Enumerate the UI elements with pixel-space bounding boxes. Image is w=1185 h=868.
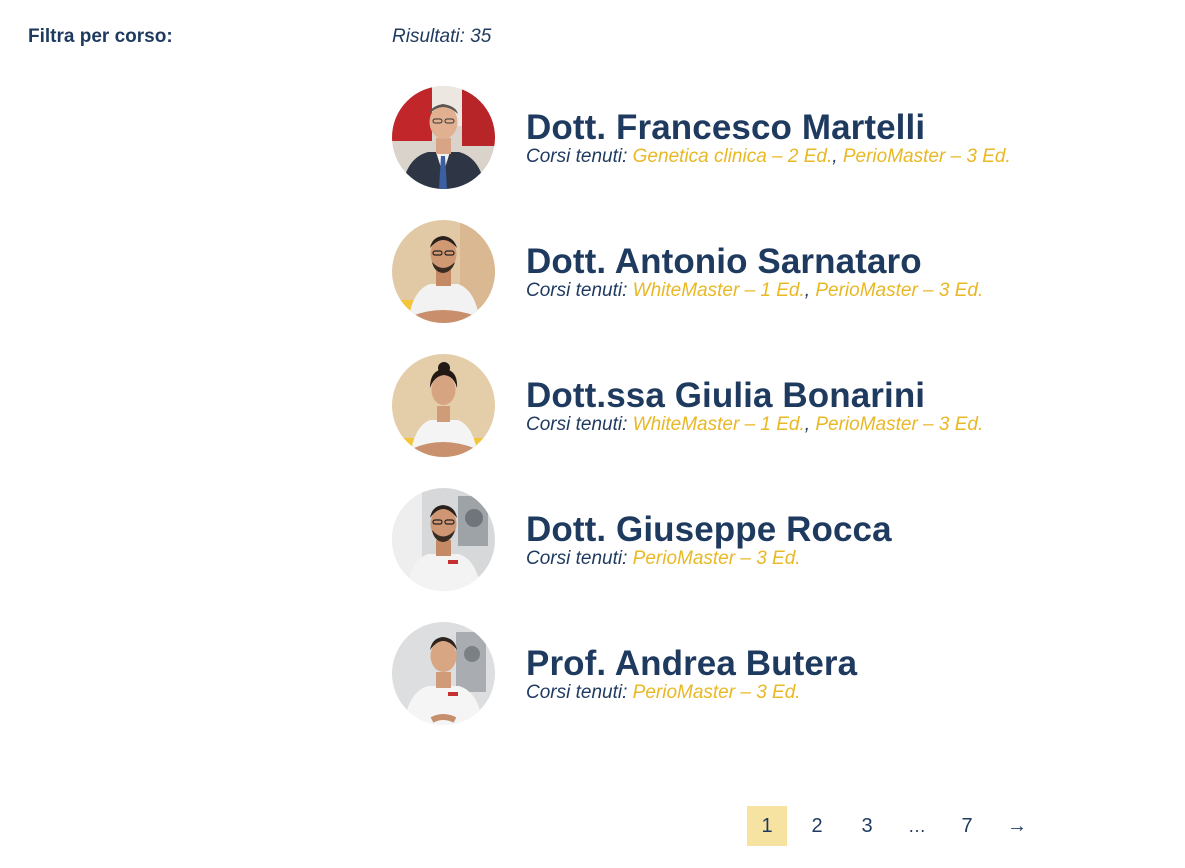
courses-line: Corsi tenuti: PerioMaster – 3 Ed. (526, 682, 1166, 704)
course-link[interactable]: WhiteMaster – 1 Ed. (633, 280, 805, 301)
courses-line: Corsi tenuti: WhiteMaster – 1 Ed., Perio… (526, 414, 984, 435)
doctor-name[interactable]: Dott. Francesco Martelli (526, 107, 1166, 149)
page-7-button[interactable]: 7 (947, 806, 987, 846)
doctor-info: Dott. Francesco Martelli Corsi tenuti: G… (526, 107, 1166, 168)
courses-prefix: Corsi tenuti: (526, 682, 628, 703)
results-label: Risultati: (392, 26, 465, 47)
filter-by-course-label: Filtra per corso: (28, 26, 173, 47)
avatar[interactable] (392, 86, 495, 189)
list-item: Dott. Giuseppe Rocca Corsi tenuti: Perio… (392, 488, 1152, 622)
doctor-name[interactable]: Prof. Andrea Butera (526, 643, 1166, 685)
page-3-button[interactable]: 3 (847, 806, 887, 846)
pagination: 1 2 3 … 7 → (747, 806, 1047, 846)
doctor-name[interactable]: Dott.ssa Giulia Bonarini (526, 375, 1166, 417)
courses-prefix: Corsi tenuti: (526, 548, 628, 569)
course-link[interactable]: PerioMaster – 3 Ed. (815, 414, 983, 435)
course-link[interactable]: PerioMaster – 3 Ed. (633, 548, 801, 569)
courses-prefix: Corsi tenuti: (526, 280, 628, 301)
courses-line: Corsi tenuti: WhiteMaster – 1 Ed., Perio… (526, 280, 984, 301)
avatar[interactable] (392, 220, 495, 323)
results-number: 35 (470, 26, 492, 47)
results-count: Risultati: 35 (392, 26, 491, 48)
next-page-arrow-icon[interactable]: → (997, 806, 1037, 846)
courses-prefix: Corsi tenuti: (526, 414, 628, 435)
avatar[interactable] (392, 354, 495, 457)
courses-prefix: Corsi tenuti: (526, 146, 628, 167)
courses-line: Corsi tenuti: Genetica clinica – 2 Ed., … (526, 146, 1011, 167)
course-link[interactable]: PerioMaster – 3 Ed. (815, 280, 983, 301)
doctor-name[interactable]: Dott. Antonio Sarnataro (526, 241, 1166, 283)
course-link[interactable]: Genetica clinica – 2 Ed. (633, 146, 833, 167)
list-item: Dott. Antonio Sarnataro Corsi tenuti: Wh… (392, 220, 1152, 354)
doctor-name[interactable]: Dott. Giuseppe Rocca (526, 509, 1166, 551)
doctor-info: Dott.ssa Giulia Bonarini Corsi tenuti: W… (526, 375, 1166, 436)
course-link[interactable]: PerioMaster – 3 Ed. (843, 146, 1011, 167)
pagination-ellipsis: … (908, 815, 926, 836)
avatar[interactable] (392, 622, 495, 725)
list-item: Dott. Francesco Martelli Corsi tenuti: G… (392, 86, 1152, 220)
course-link[interactable]: WhiteMaster – 1 Ed. (633, 414, 805, 435)
doctor-info: Dott. Antonio Sarnataro Corsi tenuti: Wh… (526, 241, 1166, 302)
page-1-button[interactable]: 1 (747, 806, 787, 846)
doctor-info: Dott. Giuseppe Rocca Corsi tenuti: Perio… (526, 509, 1166, 570)
doctor-list: Dott. Francesco Martelli Corsi tenuti: G… (392, 86, 1152, 756)
page-2-button[interactable]: 2 (797, 806, 837, 846)
doctor-info: Prof. Andrea Butera Corsi tenuti: PerioM… (526, 643, 1166, 704)
courses-line: Corsi tenuti: PerioMaster – 3 Ed. (526, 548, 1166, 570)
list-item: Prof. Andrea Butera Corsi tenuti: PerioM… (392, 622, 1152, 756)
list-item: Dott.ssa Giulia Bonarini Corsi tenuti: W… (392, 354, 1152, 488)
course-link[interactable]: PerioMaster – 3 Ed. (633, 682, 801, 703)
avatar[interactable] (392, 488, 495, 591)
